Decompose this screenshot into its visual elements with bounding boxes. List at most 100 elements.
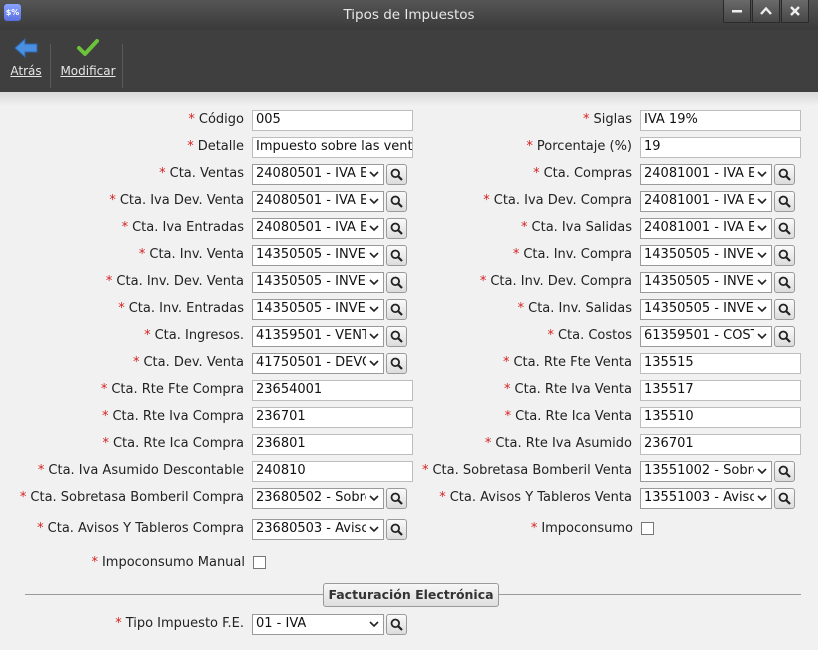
impoconsumo-label: Impoconsumo — [541, 521, 633, 536]
cta-inv-dev-compra-search-button[interactable] — [774, 272, 795, 293]
cta-rte-iva-asumido-input[interactable]: 236701 — [640, 434, 801, 455]
cta-rte-iva-venta-input[interactable]: 135517 — [640, 380, 801, 401]
siglas-input[interactable]: IVA 19% — [640, 110, 801, 131]
required-mark: * — [19, 490, 27, 505]
cta-iva-salidas-value: 24081001 - IVA EN — [644, 220, 754, 235]
required-mark: * — [102, 436, 109, 451]
required-mark: * — [530, 521, 538, 536]
chevron-down-icon — [369, 360, 379, 367]
cta-iva-asumido-descontable-input[interactable]: 240810 — [252, 461, 413, 482]
detalle-input[interactable]: Impuesto sobre las vent — [252, 137, 413, 158]
close-icon — [790, 6, 800, 16]
tipo-impuesto-fe-search-button[interactable] — [386, 614, 407, 635]
cta-dev-venta-label: Cta. Dev. Venta — [143, 355, 244, 370]
search-icon — [390, 222, 403, 235]
tipo-impuesto-fe-select[interactable]: 01 - IVA — [252, 614, 384, 635]
required-mark: * — [439, 490, 446, 505]
cta-ingresos-search-button[interactable] — [386, 326, 407, 347]
cta-rte-ica-compra-label: Cta. Rte Ica Compra — [112, 436, 244, 451]
maximize-button[interactable] — [752, 0, 780, 23]
cta-iva-dev-compra-select[interactable]: 24081001 - IVA EN — [640, 191, 772, 212]
chevron-down-icon — [757, 198, 767, 205]
cta-iva-entradas-search-button[interactable] — [386, 218, 407, 239]
tipo-impuesto-fe-value: 01 - IVA — [256, 616, 307, 631]
impoconsumo-manual-label: Impoconsumo Manual — [101, 555, 245, 570]
cta-dev-venta-select[interactable]: 41750501 - DEVOL — [252, 353, 384, 374]
cta-sobretasa-bomberil-venta-search-button[interactable] — [774, 461, 795, 482]
cta-inv-dev-venta-select[interactable]: 14350505 - INVENT — [252, 272, 384, 293]
cta-inv-entradas-select[interactable]: 14350505 - INVENT — [252, 299, 384, 320]
codigo-input[interactable]: 005 — [252, 110, 413, 131]
chevron-down-icon — [369, 171, 379, 178]
cta-ventas-label: Cta. Ventas — [169, 166, 244, 181]
cta-sobretasa-bomberil-compra-search-button[interactable] — [386, 488, 407, 509]
search-icon — [390, 195, 403, 208]
required-mark: * — [118, 301, 125, 316]
cta-inv-dev-venta-search-button[interactable] — [386, 272, 407, 293]
cta-iva-salidas-select[interactable]: 24081001 - IVA EN — [640, 218, 772, 239]
cta-iva-dev-venta-search-button[interactable] — [386, 191, 407, 212]
required-mark: * — [100, 382, 108, 397]
cta-inv-compra-search-button[interactable] — [774, 245, 795, 266]
cta-rte-ica-venta-input[interactable]: 135510 — [640, 407, 801, 428]
modify-button[interactable]: Modificar — [60, 36, 116, 78]
cta-compras-search-button[interactable] — [774, 164, 795, 185]
cta-ingresos-select[interactable]: 41359501 - VENTAS — [252, 326, 384, 347]
cta-dev-venta-search-button[interactable] — [386, 353, 407, 374]
minimize-button[interactable] — [723, 0, 751, 23]
search-icon — [390, 249, 403, 262]
title-bar: $% Tipos de Impuestos — [0, 0, 818, 30]
cta-iva-entradas-select[interactable]: 24080501 - IVA EN — [252, 218, 384, 239]
search-icon — [390, 168, 403, 181]
cta-iva-dev-venta-value: 24080501 - IVA EN — [256, 193, 366, 208]
cta-iva-dev-compra-search-button[interactable] — [774, 191, 795, 212]
chevron-down-icon — [369, 526, 379, 533]
cta-inv-entradas-search-button[interactable] — [386, 299, 407, 320]
cta-avisos-tableros-compra-search-button[interactable] — [386, 519, 407, 540]
required-mark: * — [187, 139, 194, 154]
chevron-down-icon — [369, 279, 379, 286]
cta-inv-compra-select[interactable]: 14350505 - INVENT — [640, 245, 772, 266]
impoconsumo-manual-checkbox[interactable] — [253, 556, 266, 569]
cta-rte-fte-compra-input[interactable]: 23654001 — [252, 380, 413, 401]
required-mark: * — [504, 409, 512, 424]
cta-avisos-tableros-venta-search-button[interactable] — [774, 488, 795, 509]
cta-rte-iva-compra-input[interactable]: 236701 — [252, 407, 413, 428]
cta-rte-ica-compra-input[interactable]: 236801 — [252, 434, 413, 455]
cta-ventas-search-button[interactable] — [386, 164, 407, 185]
cta-avisos-tableros-compra-select[interactable]: 23680503 - Avisos — [252, 519, 384, 540]
cta-sobretasa-bomberil-compra-select[interactable]: 23680502 - Sobreta — [252, 488, 384, 509]
cta-iva-salidas-search-button[interactable] — [774, 218, 795, 239]
cta-inv-salidas-select[interactable]: 14350505 - INVENT — [640, 299, 772, 320]
search-icon — [778, 222, 791, 235]
impoconsumo-checkbox[interactable] — [641, 522, 654, 535]
cta-ventas-select[interactable]: 24080501 - IVA EN — [252, 164, 384, 185]
chevron-down-icon — [757, 333, 767, 340]
cta-rte-iva-asumido-label: Cta. Rte Iva Asumido — [495, 436, 632, 451]
cta-iva-dev-venta-select[interactable]: 24080501 - IVA EN — [252, 191, 384, 212]
cta-sobretasa-bomberil-venta-select[interactable]: 13551002 - Sobreta — [640, 461, 772, 482]
facturacion-electronica-section-button[interactable]: Facturación Electrónica — [323, 583, 499, 607]
cta-costos-select[interactable]: 61359501 - COSTO — [640, 326, 772, 347]
required-mark: * — [479, 274, 487, 289]
minimize-icon — [732, 10, 742, 13]
cta-rte-iva-venta-label: Cta. Rte Iva Venta — [514, 382, 632, 397]
modify-label: Modificar — [60, 64, 116, 78]
cta-compras-select[interactable]: 24081001 - IVA EN — [640, 164, 772, 185]
cta-iva-asumido-descontable-label: Cta. Iva Asumido Descontable — [48, 463, 244, 478]
cta-costos-search-button[interactable] — [774, 326, 795, 347]
back-button[interactable]: Atrás — [8, 36, 44, 78]
cta-inv-venta-select[interactable]: 14350505 - INVENT — [252, 245, 384, 266]
toolbar-separator — [122, 44, 123, 88]
cta-inv-venta-search-button[interactable] — [386, 245, 407, 266]
required-mark: * — [583, 112, 590, 127]
cta-inv-salidas-search-button[interactable] — [774, 299, 795, 320]
cta-avisos-tableros-compra-label: Cta. Avisos Y Tableros Compra — [47, 521, 244, 536]
cta-inv-dev-compra-select[interactable]: 14350505 - INVENT — [640, 272, 772, 293]
cta-rte-fte-venta-input[interactable]: 135515 — [640, 353, 801, 374]
cta-avisos-tableros-venta-label: Cta. Avisos Y Tableros Venta — [449, 490, 632, 505]
porcentaje-input[interactable]: 19 — [640, 137, 801, 158]
search-icon — [390, 330, 403, 343]
cta-avisos-tableros-venta-select[interactable]: 13551003 - Avisos — [640, 488, 772, 509]
close-button[interactable] — [781, 0, 809, 23]
